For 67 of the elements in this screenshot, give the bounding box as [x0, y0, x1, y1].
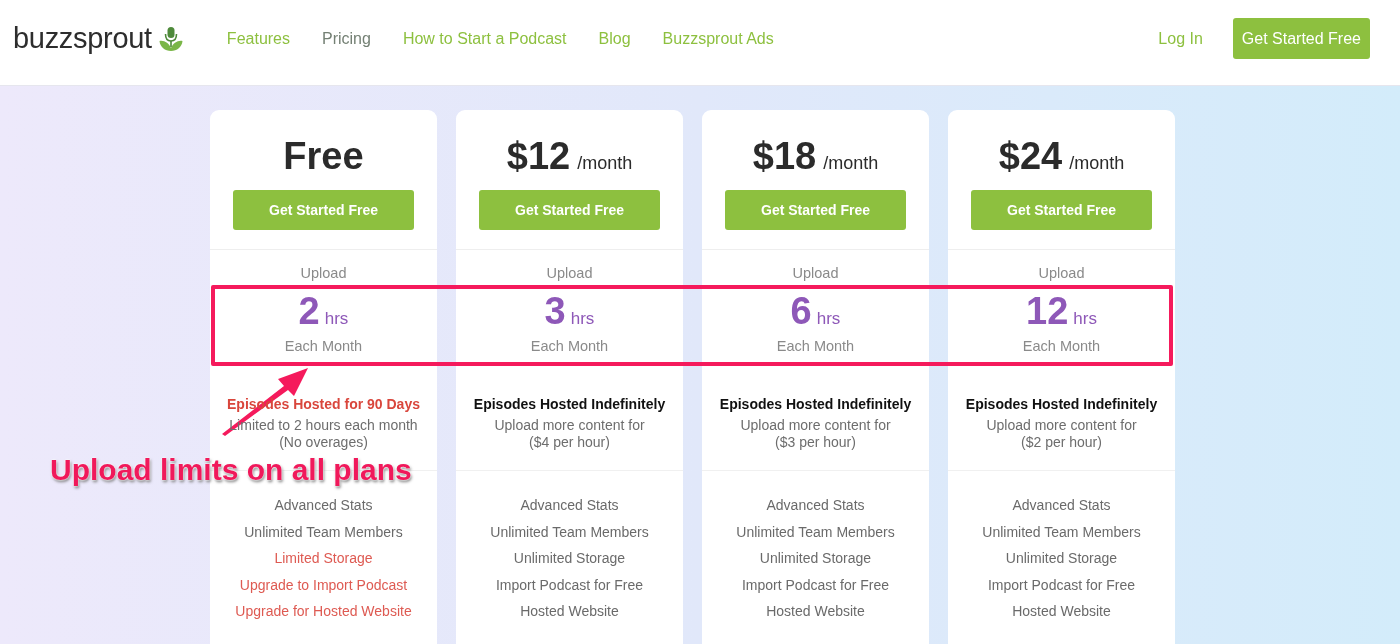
upload-label: Upload [300, 264, 347, 283]
upload-label: Upload [1038, 264, 1085, 283]
nav-link[interactable]: Features [226, 26, 290, 51]
plan-feature: Import Podcast for Free [495, 575, 644, 595]
upload-unit: hrs [816, 308, 841, 330]
plan-feature: Advanced Stats [520, 496, 619, 515]
plan-feature: Unlimited Storage [759, 549, 872, 568]
plan-feature: Upgrade to Import Podcast [239, 575, 408, 595]
upload-frequency: Each Month [284, 337, 363, 356]
plan-price: $24 [998, 134, 1063, 178]
upload-frequency: Each Month [530, 337, 609, 356]
upload-hours: 6 [790, 291, 812, 331]
upload-frequency: Each Month [776, 337, 855, 356]
upload-unit: hrs [324, 308, 349, 330]
plan-price: Free [283, 134, 364, 178]
plan-feature: Unlimited Team Members [244, 522, 403, 542]
hosting-note: ($3 per hour) [775, 434, 856, 451]
get-started-button[interactable]: Get Started Free [725, 190, 906, 230]
upload-unit: hrs [570, 308, 595, 330]
nav-link[interactable]: Blog [598, 26, 631, 51]
plan-feature: Advanced Stats [766, 496, 865, 515]
hosting-note: ($4 per hour) [529, 434, 610, 451]
get-started-button[interactable]: Get Started Free [479, 190, 660, 230]
plan-feature: Advanced Stats [1012, 496, 1111, 515]
annotation-caption: Upload limits on all plans [50, 452, 412, 488]
hosting-note: Upload more content for [494, 417, 645, 434]
plan-feature: Unlimited Team Members [982, 522, 1141, 542]
login-link[interactable]: Log In [1158, 26, 1203, 51]
hosting-note: Upload more content for [740, 417, 891, 434]
hosting-note: Upload more content for [986, 417, 1137, 434]
upload-hours: 2 [298, 291, 320, 331]
plan-feature: Unlimited Storage [1005, 549, 1118, 568]
plan-feature: Unlimited Team Members [736, 522, 895, 542]
hosting-note: ($2 per hour) [1021, 434, 1102, 451]
logo-wordmark[interactable]: buzzsprout [13, 24, 152, 53]
get-started-button[interactable]: Get Started Free [233, 190, 414, 230]
plan-feature: Hosted Website [766, 602, 865, 621]
plan-feature: Limited Storage [274, 549, 373, 568]
get-started-button[interactable]: Get Started Free [971, 190, 1152, 230]
plan-feature: Hosted Website [1012, 602, 1111, 621]
hosting-title: Episodes Hosted Indefinitely [719, 395, 912, 413]
nav-link[interactable]: Buzzsprout Ads [662, 26, 774, 51]
price-period: /month [823, 152, 879, 175]
sprout-microphone-icon [158, 25, 183, 52]
hosting-title: Episodes Hosted Indefinitely [473, 395, 666, 413]
nav-link[interactable]: Pricing [322, 26, 371, 51]
upload-hours: 12 [1026, 291, 1069, 331]
plan-feature: Import Podcast for Free [987, 575, 1136, 595]
plan-feature: Unlimited Team Members [490, 522, 649, 542]
plan-feature: Import Podcast for Free [741, 575, 890, 595]
plan-feature: Hosted Website [520, 602, 619, 621]
hosting-title: Episodes Hosted Indefinitely [965, 395, 1158, 413]
upload-frequency: Each Month [1022, 337, 1101, 356]
upload-unit: hrs [1073, 308, 1097, 330]
plan-price: $18 [752, 134, 817, 178]
get-started-button[interactable]: Get Started Free [1232, 18, 1370, 59]
plan-feature: Unlimited Storage [513, 549, 626, 568]
plan-feature: Advanced Stats [274, 496, 373, 515]
nav-link[interactable]: How to Start a Podcast [402, 26, 567, 51]
price-period: /month [577, 152, 633, 175]
upload-hours: 3 [544, 291, 566, 331]
upload-label: Upload [792, 264, 839, 283]
price-period: /month [1069, 152, 1125, 175]
upload-label: Upload [546, 264, 593, 283]
hosting-note: (No overages) [279, 434, 368, 451]
plan-price: $12 [506, 134, 571, 178]
plan-feature: Upgrade for Hosted Website [235, 602, 412, 621]
